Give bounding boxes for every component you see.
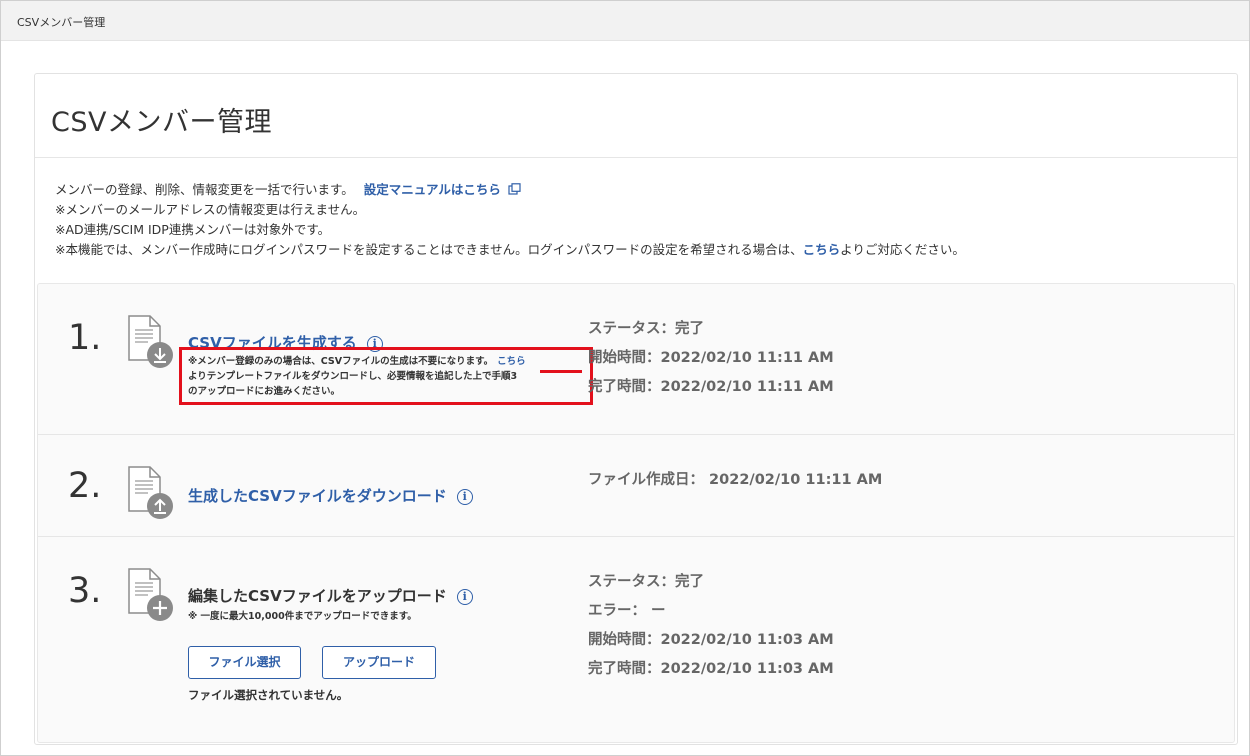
step-3-error: エラー： ー: [588, 603, 666, 619]
highlight-underline: [540, 370, 582, 373]
step-2-title[interactable]: 生成したCSVファイルをダウンロード: [188, 487, 447, 505]
steps-panel: 1. CSVファイルを生成する i ※メンバー登録のみの場合は、CSVファイルの生…: [37, 283, 1235, 743]
intro-line-1: メンバーの登録、削除、情報変更を一括で行います。: [55, 182, 354, 197]
step-3-status-block: ステータス：完了 エラー： ー 開始時間：2022/02/10 11:03 AM…: [588, 568, 834, 684]
step-2-number: 2.: [68, 466, 102, 506]
upload-button[interactable]: アップロード: [322, 646, 436, 679]
step-3-status: ステータス：完了: [588, 574, 704, 590]
step-3: 3. 編集したCSVファイルをアップロード i ※ 一度に最大10,000件までア…: [38, 537, 1234, 742]
main-card: CSVメンバー管理 メンバーの登録、削除、情報変更を一括で行います。 設定マニュ…: [34, 73, 1238, 745]
window-tab-bar: CSVメンバー管理: [1, 1, 1249, 41]
step-3-title: 編集したCSVファイルをアップロード: [188, 587, 447, 605]
csv-upload-icon: [128, 568, 173, 621]
step-3-note: ※ 一度に最大10,000件までアップロードできます。: [188, 611, 417, 622]
step-1-end-time: 完了時間：2022/02/10 11:11 AM: [588, 379, 834, 395]
password-link[interactable]: こちら: [803, 242, 841, 257]
step-3-start-time: 開始時間：2022/02/10 11:03 AM: [588, 632, 834, 648]
intro-line-4-before: ※本機能では、メンバー作成時にログインパスワードを設定することはできません。ログ…: [55, 242, 803, 257]
info-icon[interactable]: i: [456, 589, 473, 605]
external-link-icon[interactable]: [508, 183, 521, 195]
intro-line-4-after: よりご対応ください。: [840, 242, 965, 257]
step-2-created-date: ファイル作成日： 2022/02/10 11:11 AM: [588, 472, 883, 488]
info-icon[interactable]: i: [456, 489, 473, 505]
card-header: CSVメンバー管理: [35, 74, 1237, 158]
step-1-start-time: 開始時間：2022/02/10 11:11 AM: [588, 350, 834, 366]
step-2-status-block: ファイル作成日： 2022/02/10 11:11 AM: [588, 466, 882, 495]
step-3-end-time: 完了時間：2022/02/10 11:03 AM: [588, 661, 834, 677]
manual-link[interactable]: 設定マニュアルはこちら: [364, 182, 501, 197]
intro-line-3: ※AD連携/SCIM IDP連携メンバーは対象外です。: [55, 222, 331, 237]
csv-generate-icon: [128, 315, 173, 368]
step-2: 2. 生成したCSVファイルをダウンロード i ファイル作成日： 2022/02/…: [38, 435, 1234, 537]
step-1-status: ステータス：完了: [588, 321, 704, 337]
download-csv-link[interactable]: 生成したCSVファイルをダウンロード i: [188, 485, 473, 506]
page-title: CSVメンバー管理: [51, 107, 272, 138]
upload-csv-heading: 編集したCSVファイルをアップロード i: [188, 585, 473, 606]
file-selection-status: ファイル選択されていません。: [188, 688, 349, 702]
file-select-button[interactable]: ファイル選択: [188, 646, 301, 679]
tab-title[interactable]: CSVメンバー管理: [17, 14, 105, 30]
intro-text: メンバーの登録、削除、情報変更を一括で行います。 設定マニュアルはこちら ※メン…: [55, 180, 965, 260]
csv-download-icon: [128, 466, 173, 519]
step-1-number: 1.: [68, 318, 102, 358]
step-3-number: 3.: [68, 571, 102, 611]
intro-line-2: ※メンバーのメールアドレスの情報変更は行えません。: [55, 202, 366, 217]
highlight-box: [179, 347, 593, 405]
step-1: 1. CSVファイルを生成する i ※メンバー登録のみの場合は、CSVファイルの生…: [38, 284, 1234, 435]
step-1-status-block: ステータス：完了 開始時間：2022/02/10 11:11 AM 完了時間：2…: [588, 315, 834, 402]
